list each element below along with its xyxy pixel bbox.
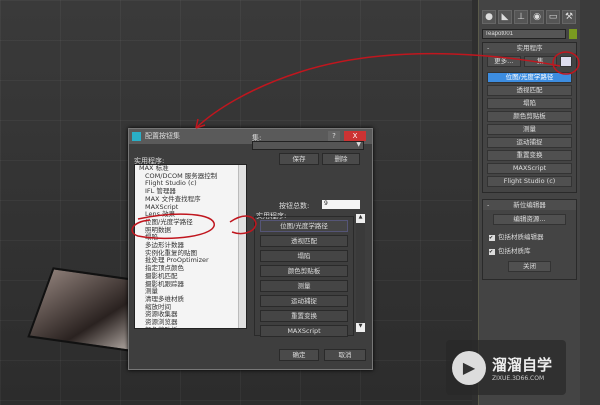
watermark-subtitle: ZIXUE.3D66.COM (492, 374, 545, 382)
watermark-title: 溜溜自学 (492, 355, 553, 374)
highlight-arc (229, 215, 257, 235)
watermark: ▶ 溜溜自学 ZIXUE.3D66.COM (446, 340, 566, 395)
arrow-line (195, 52, 561, 129)
highlight-circle (131, 213, 215, 240)
highlight-circle (552, 51, 580, 75)
play-logo-icon: ▶ (452, 350, 486, 385)
